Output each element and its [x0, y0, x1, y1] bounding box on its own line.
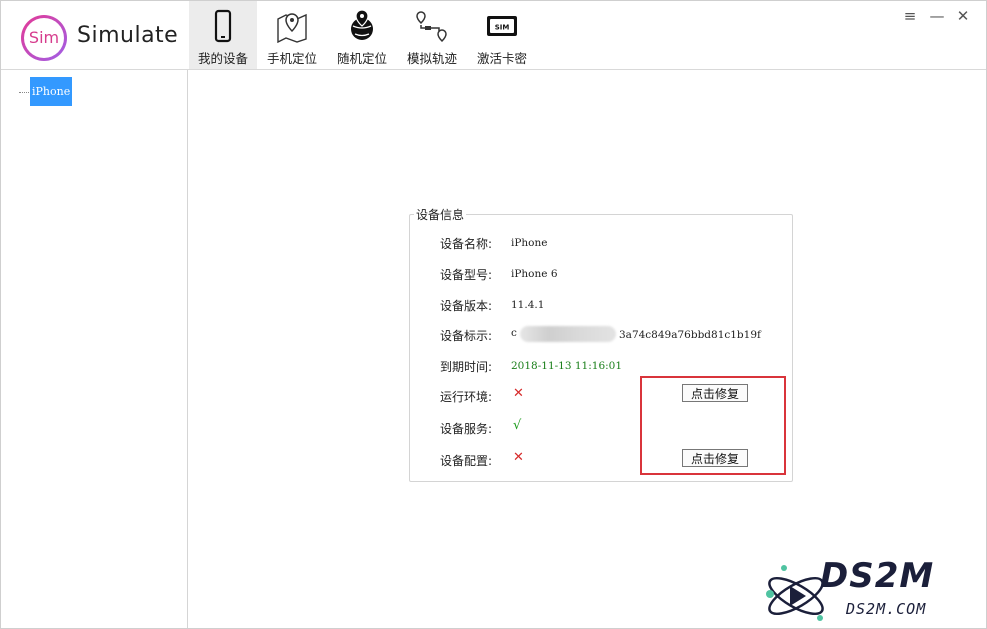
- app-title: Simulate: [77, 23, 179, 48]
- value-device-model: iPhone 6: [511, 268, 558, 280]
- globe-pin-icon: [351, 9, 373, 40]
- minimize-button[interactable]: —: [928, 7, 946, 25]
- tab-activate-card[interactable]: SIM 激活卡密: [468, 1, 536, 69]
- tree-connector: [19, 92, 29, 93]
- tab-phone-location[interactable]: 手机定位: [258, 1, 326, 69]
- group-title: 设备信息: [414, 206, 467, 223]
- runtime-fail-icon: ✕: [513, 386, 524, 401]
- service-ok-icon: √: [513, 418, 522, 433]
- watermark-brand: DS2M: [820, 556, 935, 596]
- label-device-identifier: 设备标示:: [440, 329, 493, 343]
- label-device-version: 设备版本:: [440, 299, 493, 313]
- config-fail-icon: ✕: [513, 450, 524, 465]
- sim-card-icon: SIM: [487, 16, 517, 36]
- map-pin-icon: [277, 13, 307, 43]
- value-expiry-time: 2018-11-13 11:16:01: [511, 360, 623, 372]
- label-device-model: 设备型号:: [440, 268, 493, 282]
- label-expiry-time: 到期时间:: [440, 360, 493, 374]
- label-device-name: 设备名称:: [440, 237, 493, 251]
- tab-simulate-route[interactable]: 模拟轨迹: [398, 1, 466, 69]
- tree-item-iphone[interactable]: iPhone: [30, 77, 73, 106]
- value-device-identifier: 3a74c849a76bbd81c1b19f: [619, 329, 761, 341]
- tab-random-location[interactable]: 随机定位: [328, 1, 396, 69]
- menu-icon[interactable]: ≡: [901, 7, 919, 25]
- watermark-url: DS2M.COM: [846, 600, 927, 618]
- label-device-service: 设备服务:: [440, 422, 493, 436]
- identifier-prefix: c: [511, 327, 517, 339]
- top-toolbar: Sim Simulate 我的设备 手机定位 随机定位 模拟轨迹 SIM 激活卡…: [1, 1, 986, 70]
- label-device-config: 设备配置:: [440, 454, 493, 468]
- route-icon: [416, 11, 447, 43]
- value-device-version: 11.4.1: [511, 299, 545, 311]
- label-runtime-env: 运行环境:: [440, 390, 493, 404]
- highlight-box: [640, 376, 786, 475]
- close-button[interactable]: ✕: [954, 7, 972, 25]
- phone-icon: [214, 9, 232, 43]
- svg-text:SIM: SIM: [495, 24, 510, 32]
- device-tree-panel: iPhone: [1, 70, 188, 628]
- redacted-blur: [520, 326, 616, 342]
- value-device-name: iPhone: [511, 237, 548, 249]
- tab-my-device[interactable]: 我的设备: [189, 1, 257, 69]
- sim-logo: Sim: [21, 15, 67, 61]
